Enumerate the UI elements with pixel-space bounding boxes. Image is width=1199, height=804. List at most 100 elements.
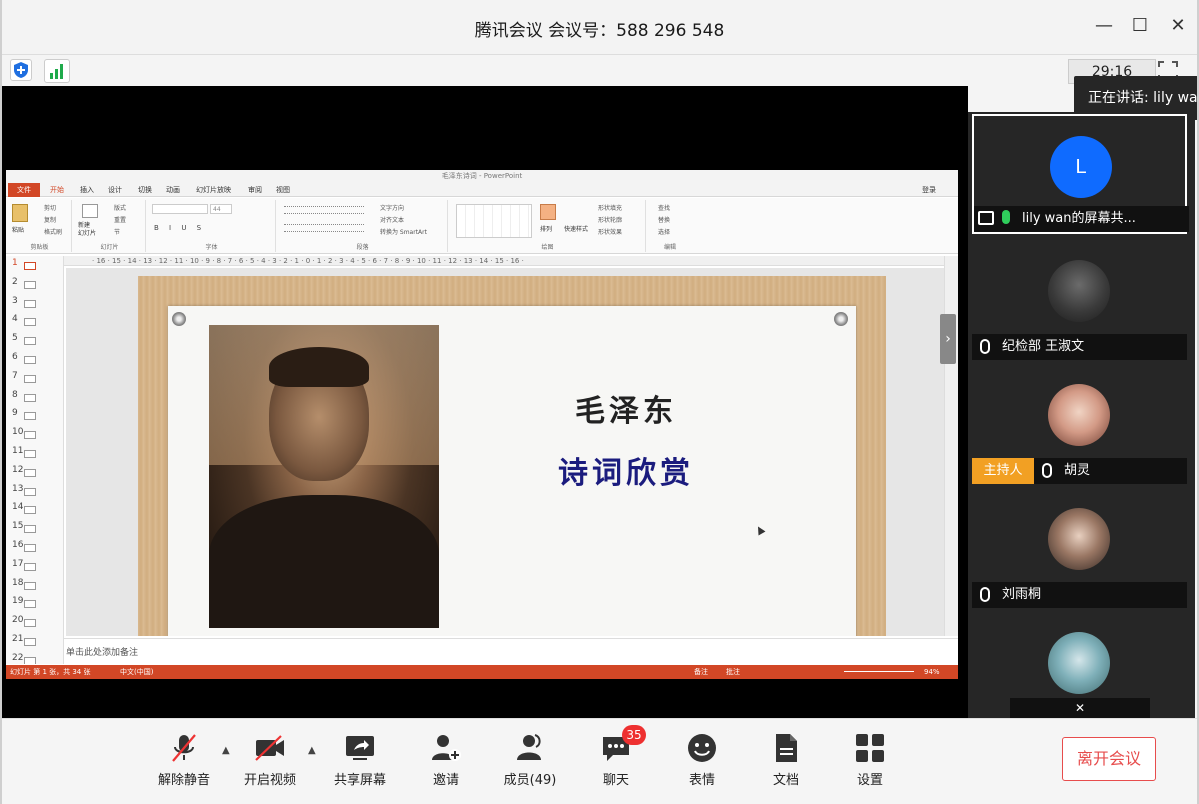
avatar bbox=[1048, 632, 1110, 694]
slide-thumbnail[interactable]: 14 bbox=[12, 502, 36, 521]
ppt-tab-home[interactable]: 开始 bbox=[50, 185, 64, 195]
chat-button[interactable]: 35 聊天 bbox=[576, 725, 656, 788]
new-slide-icon[interactable] bbox=[82, 204, 98, 218]
share-screen-button[interactable]: 共享屏幕 bbox=[320, 731, 400, 788]
ppt-login[interactable]: 登录 bbox=[922, 185, 936, 195]
slide-count-status: 幻灯片 第 1 张，共 34 张 bbox=[10, 668, 91, 676]
slide-thumbnail[interactable]: 15 bbox=[12, 521, 36, 540]
ppt-tab-view[interactable]: 视图 bbox=[276, 185, 290, 195]
list-icons[interactable] bbox=[284, 206, 364, 214]
smartart-button[interactable]: 转换为 SmartArt bbox=[380, 227, 427, 236]
slide-thumbnail[interactable]: 17 bbox=[12, 559, 36, 578]
shape-fill-button[interactable]: 形状填充 bbox=[598, 203, 622, 212]
text-direction-button[interactable]: 文字方向 bbox=[380, 203, 404, 212]
slide-thumbnail[interactable]: 20 bbox=[12, 615, 36, 634]
layout-button[interactable]: 版式 bbox=[114, 203, 126, 212]
leave-meeting-button[interactable]: 离开会议 bbox=[1062, 737, 1156, 781]
shapes-gallery[interactable] bbox=[456, 204, 532, 238]
chevron-right-icon[interactable]: › bbox=[940, 314, 956, 364]
documents-button[interactable]: 文档 bbox=[746, 731, 826, 788]
align-text-button[interactable]: 对齐文本 bbox=[380, 215, 404, 224]
format-painter-button[interactable]: 格式刷 bbox=[44, 227, 62, 236]
members-button[interactable]: 成员(49) bbox=[490, 731, 570, 788]
participant-tile[interactable]: 纪检部 王淑文 bbox=[972, 240, 1187, 360]
ppt-tab-review[interactable]: 审阅 bbox=[248, 185, 262, 195]
slide-mini-preview bbox=[24, 318, 36, 327]
slide-thumbnail[interactable]: 22 bbox=[12, 653, 36, 664]
slide-thumbnail[interactable]: 1 bbox=[12, 258, 36, 277]
font-size-select[interactable]: 44 bbox=[210, 204, 232, 214]
slide-number: 15 bbox=[12, 521, 24, 532]
emoji-button[interactable]: 表情 bbox=[662, 731, 742, 788]
reset-button[interactable]: 重置 bbox=[114, 215, 126, 224]
slide-thumbnail[interactable]: 5 bbox=[12, 333, 36, 352]
participant-tile[interactable]: ✕ bbox=[972, 612, 1187, 718]
slide-thumbnail[interactable]: 6 bbox=[12, 352, 36, 371]
cut-button[interactable]: 剪切 bbox=[44, 203, 56, 212]
slide-thumbnail[interactable]: 13 bbox=[12, 484, 36, 503]
slide-thumbnail[interactable]: 12 bbox=[12, 465, 36, 484]
ppt-ribbon-tabs: 文件 开始 插入 设计 切换 动画 幻灯片放映 审阅 视图 登录 bbox=[6, 183, 958, 197]
notes-toggle-button[interactable]: 备注 bbox=[694, 665, 708, 679]
ppt-tab-insert[interactable]: 插入 bbox=[80, 185, 94, 195]
panel-collapse-bar[interactable]: ✕ bbox=[1010, 698, 1150, 718]
find-button[interactable]: 查找 bbox=[658, 203, 670, 212]
participant-tile-active[interactable]: L lily wan的屏幕共... bbox=[972, 114, 1189, 234]
slide-thumbnail[interactable]: 2 bbox=[12, 277, 36, 296]
slide-thumbnail[interactable]: 9 bbox=[12, 408, 36, 427]
video-options-caret-icon[interactable]: ▲ bbox=[308, 745, 320, 757]
ppt-tab-design[interactable]: 设计 bbox=[108, 185, 122, 195]
vertical-scrollbar[interactable] bbox=[944, 256, 958, 636]
minimize-button[interactable]: — bbox=[1092, 14, 1116, 38]
slide-mini-preview bbox=[24, 581, 36, 590]
section-button[interactable]: 节 bbox=[114, 227, 120, 236]
ppt-tab-transitions[interactable]: 切换 bbox=[138, 185, 152, 195]
arrange-icon[interactable] bbox=[540, 204, 556, 220]
select-button[interactable]: 选择 bbox=[658, 227, 670, 236]
ppt-tab-slideshow[interactable]: 幻灯片放映 bbox=[196, 185, 231, 195]
ppt-file-tab[interactable]: 文件 bbox=[8, 183, 40, 197]
comments-toggle-button[interactable]: 批注 bbox=[726, 665, 740, 679]
slide-thumbnail[interactable]: 16 bbox=[12, 540, 36, 559]
slide-thumbnail[interactable]: 19 bbox=[12, 596, 36, 615]
shape-outline-button[interactable]: 形状轮廓 bbox=[598, 215, 622, 224]
pushpin-icon bbox=[172, 312, 186, 326]
paste-button[interactable]: 粘贴 bbox=[12, 225, 24, 234]
font-name-select[interactable] bbox=[152, 204, 208, 214]
members-icon bbox=[517, 734, 541, 760]
copy-button[interactable]: 复制 bbox=[44, 215, 56, 224]
slide-number: 9 bbox=[12, 408, 18, 419]
slide-thumbnail[interactable]: 7 bbox=[12, 371, 36, 390]
ppt-tab-animations[interactable]: 动画 bbox=[166, 185, 180, 195]
slide-thumbnail[interactable]: 4 bbox=[12, 314, 36, 333]
notes-pane[interactable]: 单击此处添加备注 bbox=[64, 638, 958, 664]
slide-thumbnail[interactable]: 10 bbox=[12, 427, 36, 446]
maximize-button[interactable]: ☐ bbox=[1128, 14, 1152, 38]
replace-button[interactable]: 替换 bbox=[658, 215, 670, 224]
settings-button[interactable]: 设置 bbox=[830, 731, 910, 788]
participant-name: lily wan的屏幕共... bbox=[1022, 211, 1136, 226]
zoom-level[interactable]: 94% bbox=[924, 665, 940, 679]
slide-thumbnail[interactable]: 3 bbox=[12, 296, 36, 315]
align-icons[interactable] bbox=[284, 224, 364, 232]
font-format-icons[interactable]: B I U S bbox=[154, 224, 205, 232]
start-video-button[interactable]: 开启视频 bbox=[230, 731, 310, 788]
unmute-button[interactable]: 解除静音 bbox=[144, 731, 224, 788]
arrange-button[interactable]: 排列 bbox=[540, 224, 552, 233]
slide-thumbnail[interactable]: 18 bbox=[12, 578, 36, 597]
slide-thumbnail[interactable]: 8 bbox=[12, 390, 36, 409]
security-shield-icon[interactable] bbox=[10, 59, 32, 81]
slide-thumbnail[interactable]: 11 bbox=[12, 446, 36, 465]
participant-tile[interactable]: 刘雨桐 bbox=[972, 488, 1187, 608]
close-button[interactable]: ✕ bbox=[1166, 14, 1190, 38]
slide-thumbnail[interactable]: 21 bbox=[12, 634, 36, 653]
participant-tile[interactable]: 主持人 胡灵 bbox=[972, 364, 1187, 484]
shape-effect-button[interactable]: 形状效果 bbox=[598, 227, 622, 236]
invite-button[interactable]: 邀请 bbox=[406, 731, 486, 788]
slide-number: 14 bbox=[12, 502, 24, 513]
network-signal-icon[interactable] bbox=[44, 59, 70, 83]
zoom-slider[interactable] bbox=[844, 671, 914, 672]
quick-style-button[interactable]: 快速样式 bbox=[564, 224, 588, 233]
paste-icon[interactable] bbox=[12, 204, 28, 222]
new-slide-button[interactable]: 新建 幻灯片 bbox=[78, 222, 96, 238]
